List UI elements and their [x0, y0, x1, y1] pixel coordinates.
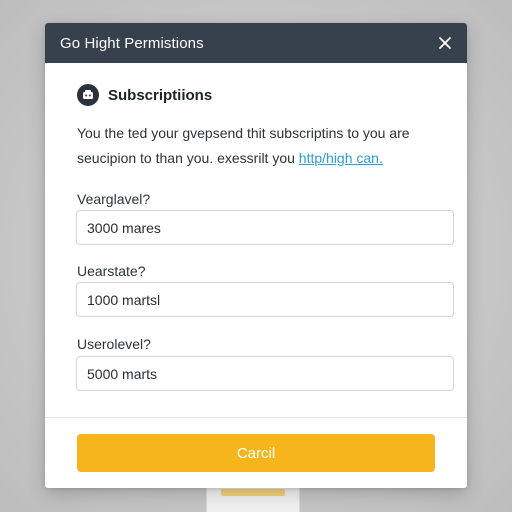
close-icon	[439, 37, 451, 49]
field-input-1[interactable]	[76, 210, 454, 245]
description-text: You the ted your gvepsend thit subscript…	[77, 121, 447, 171]
dialog-header: Go Hight Permistions	[45, 23, 467, 63]
field-label-1: Vearglavel?	[77, 191, 151, 207]
dialog-title: Go Hight Permistions	[60, 35, 204, 52]
close-button[interactable]	[435, 33, 455, 53]
description-line-2: seucipion to than you. exessrilt you	[77, 150, 299, 166]
background-card-strip	[221, 489, 285, 496]
field-label-3: Userolevel?	[77, 336, 151, 352]
section-title: Subscriptiions	[108, 86, 213, 104]
field-label-2: Uearstate?	[77, 263, 146, 279]
description-line-1: You the ted your gvepsend thit subscript…	[77, 125, 410, 141]
footer-divider	[45, 417, 467, 418]
field-input-3[interactable]	[76, 356, 454, 391]
subscriptions-icon	[77, 84, 99, 106]
permissions-dialog: Go Hight Permistions Subscriptiions You …	[45, 23, 467, 488]
section-heading: Subscriptiions	[77, 84, 212, 106]
field-input-2[interactable]	[76, 282, 454, 317]
description-link[interactable]: http/high can.	[299, 150, 383, 166]
cancel-button[interactable]: Carcil	[77, 434, 435, 472]
